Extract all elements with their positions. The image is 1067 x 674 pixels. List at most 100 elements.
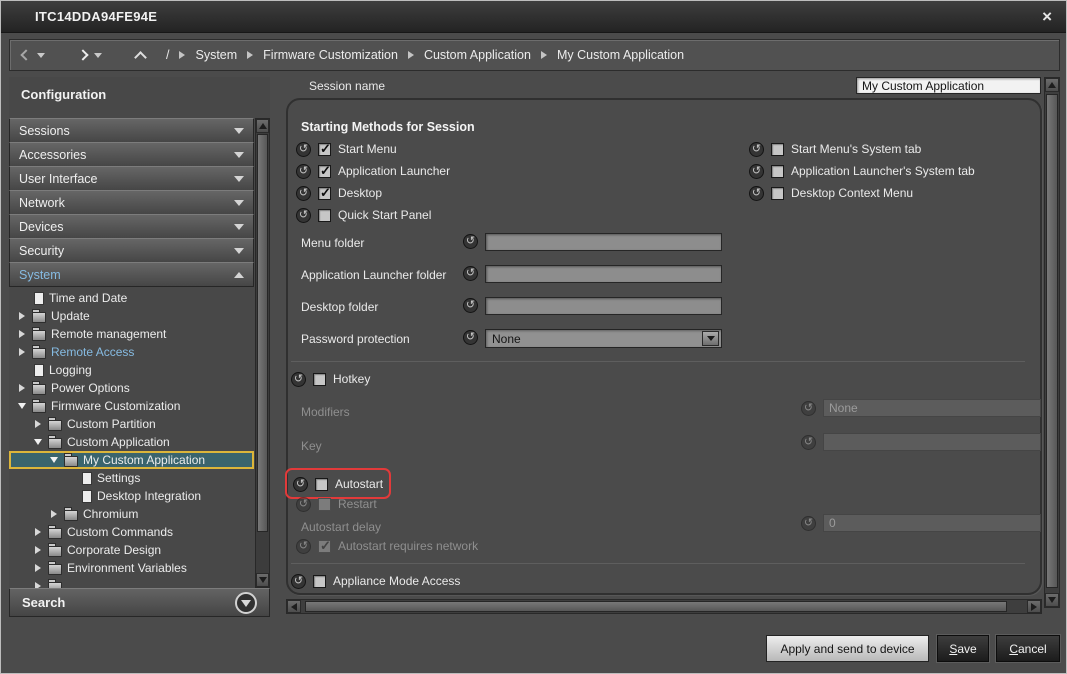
revert-default-icon[interactable] [296,164,311,179]
tree-item-partial[interactable] [9,577,254,588]
tree-item-chromium[interactable]: Chromium [9,505,254,523]
tree-item-my-custom-application[interactable]: My Custom Application [9,451,254,469]
forward-history-dropdown-icon[interactable] [94,53,102,58]
scroll-up-icon[interactable] [1045,78,1059,92]
tree-item-firmware-customization[interactable]: Firmware Customization [9,397,254,415]
tree-item-corporate-design[interactable]: Corporate Design [9,541,254,559]
scroll-right-icon[interactable] [1027,600,1041,613]
expander-expanded-icon[interactable] [49,457,59,463]
chevron-down-icon [234,152,244,158]
search-section[interactable]: Search [9,588,270,617]
menu-folder-input[interactable] [485,233,722,251]
sidebar-title: Configuration [21,87,106,102]
expander-collapsed-icon[interactable] [17,384,27,392]
expander-collapsed-icon[interactable] [17,312,27,320]
hotkey-checkbox[interactable] [313,373,326,386]
tree-item-desktop-integration[interactable]: Desktop Integration [9,487,254,505]
application-launcher-system-tab-checkbox[interactable] [771,165,784,178]
tree-scrollbar-thumb[interactable] [257,134,268,532]
vertical-scrollbar-thumb[interactable] [1046,94,1058,588]
quick-start-panel-checkbox[interactable] [318,209,331,222]
scroll-left-icon[interactable] [287,600,301,613]
window-title: ITC14DDA94FE94E [35,9,157,24]
breadcrumb-item-firmware-customization[interactable]: Firmware Customization [263,48,398,62]
folder-icon [48,546,62,557]
revert-default-icon[interactable] [296,142,311,157]
save-button[interactable]: Save [937,635,989,662]
tree-item-logging[interactable]: Logging [9,361,254,379]
tree-item-time-and-date[interactable]: Time and Date [9,289,254,307]
expander-collapsed-icon[interactable] [49,510,59,518]
tree-item-custom-application[interactable]: Custom Application [9,433,254,451]
apply-and-send-button[interactable]: Apply and send to device [766,635,929,662]
horizontal-scrollbar-thumb[interactable] [305,601,1007,612]
password-protection-select[interactable]: None [485,329,722,348]
desktop-context-menu-checkbox[interactable] [771,187,784,200]
revert-default-icon[interactable] [296,186,311,201]
sidebar-section-accessories[interactable]: Accessories [9,142,254,167]
revert-default-icon[interactable] [749,164,764,179]
revert-default-icon[interactable] [291,574,306,589]
revert-default-icon[interactable] [293,477,308,492]
close-icon[interactable]: × [1042,8,1052,25]
main-horizontal-scrollbar[interactable] [286,599,1042,614]
dropdown-arrow-icon[interactable] [702,331,719,346]
tree-item-remote-management[interactable]: Remote management [9,325,254,343]
search-label: Search [22,595,65,610]
revert-default-icon[interactable] [749,142,764,157]
sidebar-section-network[interactable]: Network [9,190,254,215]
tree-vertical-scrollbar[interactable] [255,118,270,588]
tree-item-update[interactable]: Update [9,307,254,325]
breadcrumb-item-system[interactable]: System [195,48,237,62]
revert-default-icon[interactable] [749,186,764,201]
scroll-up-icon[interactable] [256,119,269,133]
tree-item-remote-access[interactable]: Remote Access [9,343,254,361]
tree-item-custom-partition[interactable]: Custom Partition [9,415,254,433]
sidebar-section-devices[interactable]: Devices [9,214,254,239]
tree-item-custom-commands[interactable]: Custom Commands [9,523,254,541]
revert-default-icon[interactable] [296,208,311,223]
revert-default-icon[interactable] [463,234,478,249]
revert-default-icon[interactable] [463,298,478,313]
sidebar-section-user-interface[interactable]: User Interface [9,166,254,191]
expander-collapsed-icon[interactable] [17,330,27,338]
sidebar-section-sessions[interactable]: Sessions [9,118,254,143]
expander-collapsed-icon[interactable] [33,528,43,536]
up-level-icon[interactable] [134,51,147,64]
start-menu-system-tab-checkbox[interactable] [771,143,784,156]
application-launcher-checkbox[interactable] [318,165,331,178]
revert-default-icon[interactable] [463,330,478,345]
scroll-down-icon[interactable] [256,573,269,587]
application-launcher-folder-input[interactable] [485,265,722,283]
start-menu-row: Start Menu [296,141,397,157]
revert-default-icon[interactable] [463,266,478,281]
expander-collapsed-icon[interactable] [33,564,43,572]
session-name-input[interactable] [856,77,1041,94]
back-history-dropdown-icon[interactable] [37,53,45,58]
sidebar-section-security[interactable]: Security [9,238,254,263]
revert-default-icon[interactable] [291,372,306,387]
forward-icon[interactable] [77,49,88,60]
search-expand-button[interactable] [235,592,257,614]
scroll-down-icon[interactable] [1045,593,1059,607]
expander-collapsed-icon[interactable] [33,420,43,428]
breadcrumb-item-my-custom-application[interactable]: My Custom Application [557,48,684,62]
main-vertical-scrollbar[interactable] [1044,77,1060,608]
breadcrumb-root[interactable]: / [166,48,169,62]
tree-item-environment-variables[interactable]: Environment Variables [9,559,254,577]
expander-expanded-icon[interactable] [17,403,27,409]
appliance-mode-access-checkbox[interactable] [313,575,326,588]
expander-collapsed-icon[interactable] [33,546,43,554]
desktop-checkbox[interactable] [318,187,331,200]
tree-item-power-options[interactable]: Power Options [9,379,254,397]
back-icon[interactable] [20,49,31,60]
expander-collapsed-icon[interactable] [17,348,27,356]
sidebar-section-system[interactable]: System [9,262,254,287]
autostart-checkbox[interactable] [315,478,328,491]
expander-expanded-icon[interactable] [33,439,43,445]
cancel-button[interactable]: Cancel [996,635,1060,662]
breadcrumb-item-custom-application[interactable]: Custom Application [424,48,531,62]
start-menu-checkbox[interactable] [318,143,331,156]
desktop-folder-input[interactable] [485,297,722,315]
tree-item-settings[interactable]: Settings [9,469,254,487]
